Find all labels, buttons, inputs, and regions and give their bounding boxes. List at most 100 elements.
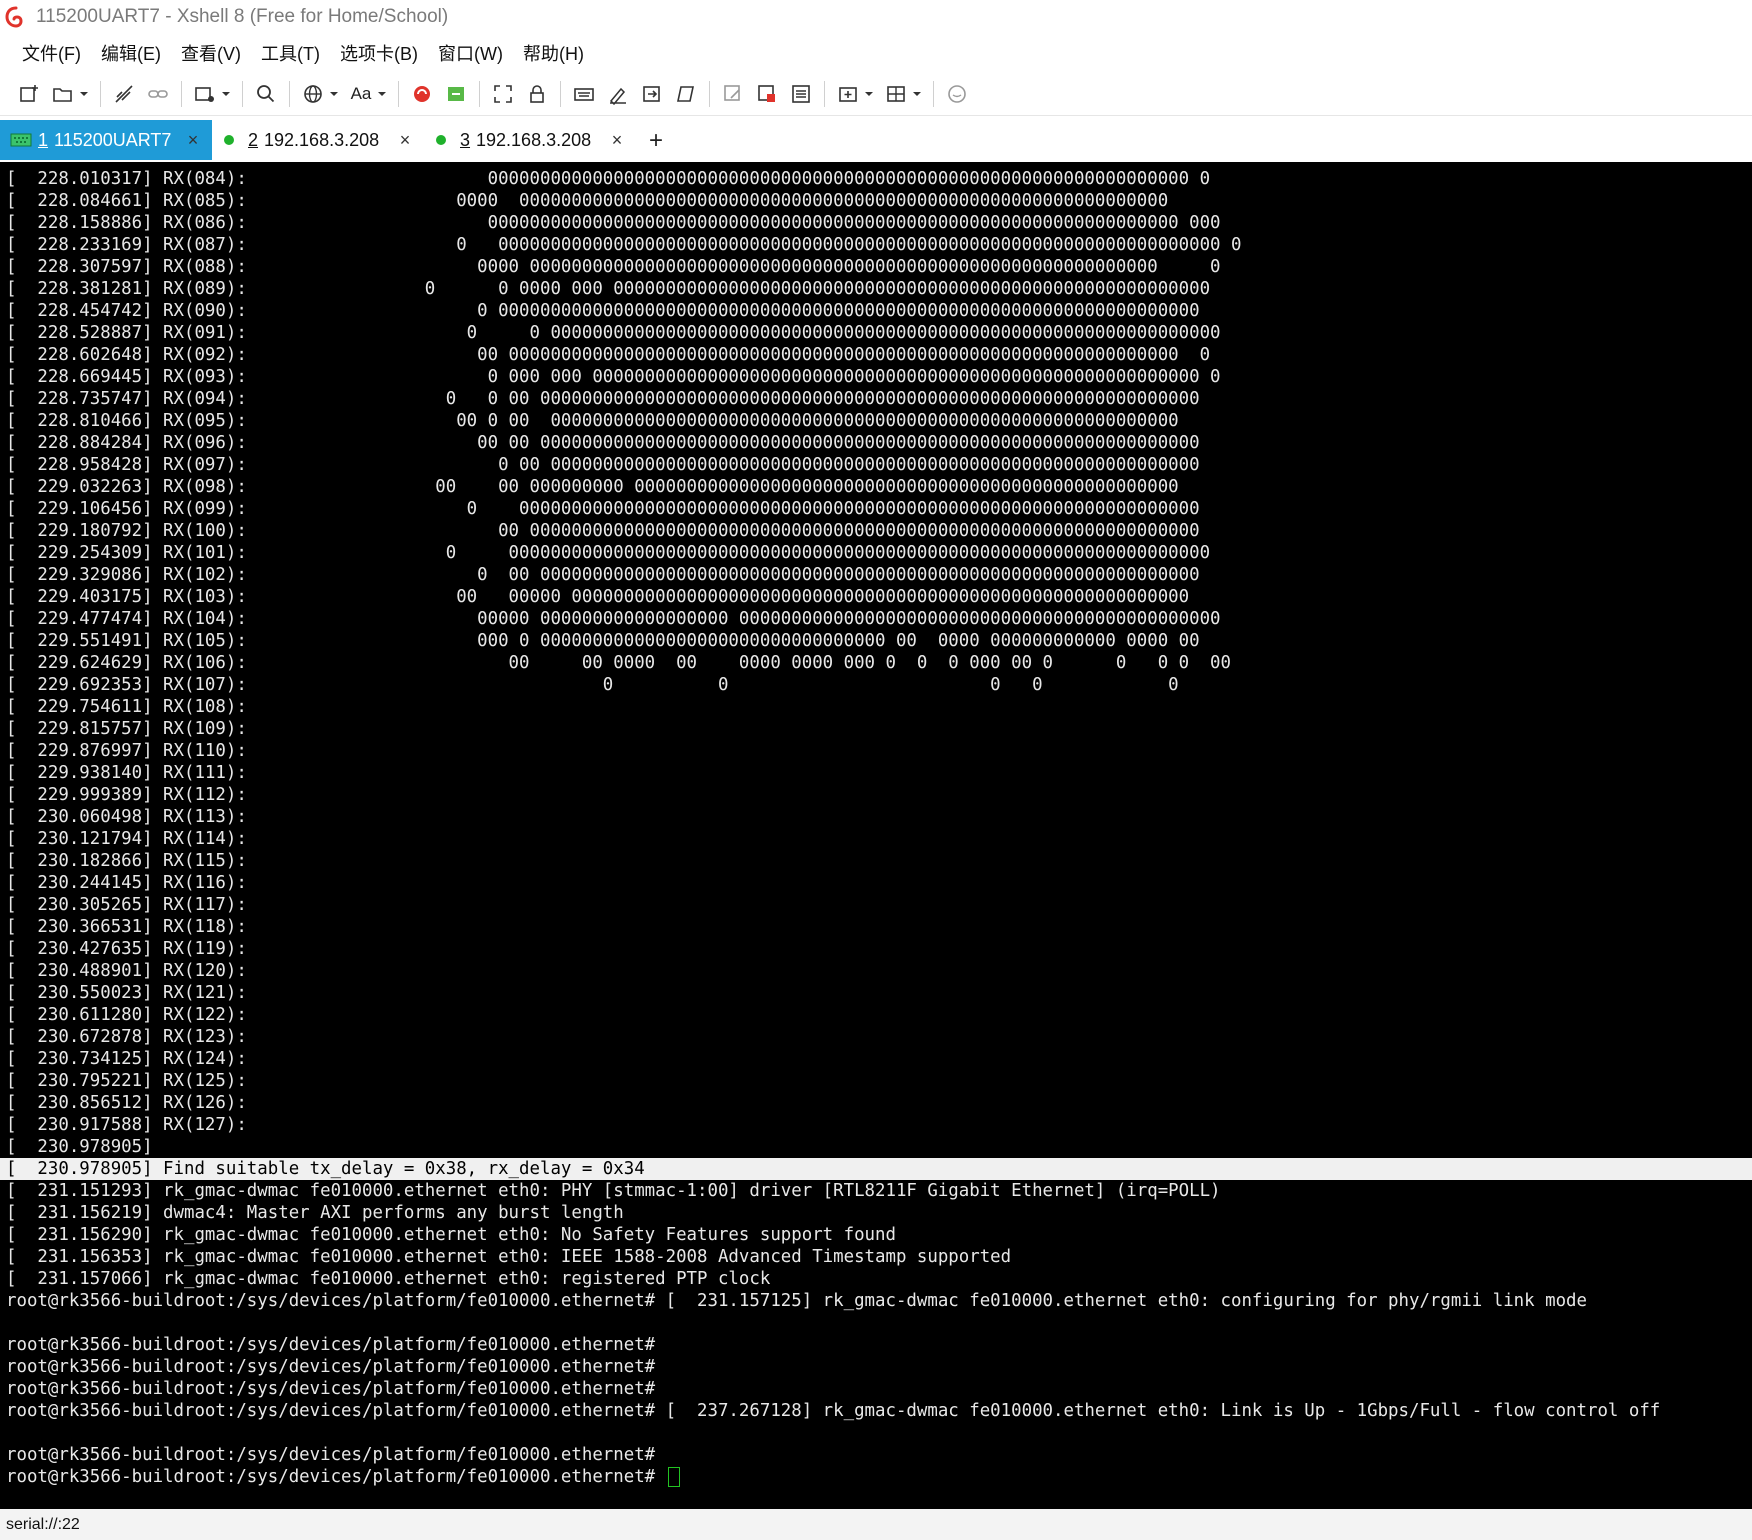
xshell-logo-icon[interactable] [407,79,437,109]
terminal-line: [ 228.158886] RX(086): 00000000000000000… [6,213,1221,233]
chevron-down-icon[interactable] [78,79,90,109]
tab-label: 192.168.3.208 [476,129,592,150]
tab-session-1[interactable]: 1 115200UART7 × [0,120,212,160]
close-icon[interactable]: × [184,130,202,151]
close-icon[interactable]: × [396,130,414,151]
xshell-logo-icon [4,5,28,29]
terminal-line: [ 228.307597] RX(088): 0000 000000000000… [6,257,1221,277]
keyboard-icon[interactable] [569,79,599,109]
terminal-line: [ 229.624629] RX(106): 00 00 0000 00 000… [6,653,1231,673]
toolbar-separator [479,80,480,107]
toolbar-separator [242,80,243,107]
terminal-line: [ 230.550023] RX(121): [6,983,247,1003]
new-window-icon[interactable] [190,79,220,109]
terminal-line: [ 230.305265] RX(117): [6,895,247,915]
new-session-icon[interactable] [14,79,44,109]
terminal-line: [ 229.999389] RX(112): [6,785,247,805]
fullscreen-icon[interactable] [488,79,518,109]
connected-status-icon [436,135,446,145]
terminal-line: root@rk3566-buildroot:/sys/devices/platf… [6,1445,656,1465]
terminal-line: [ 228.084661] RX(085): 0000 000000000000… [6,191,1169,211]
terminal-line: [ 229.754611] RX(108): [6,697,247,717]
font-icon[interactable]: Aa [346,79,376,109]
chevron-down-icon[interactable] [328,79,340,109]
terminal-line: [ 230.244145] RX(116): [6,873,247,893]
disconnect-icon[interactable] [109,79,139,109]
terminal-line: [ 229.254309] RX(101): 0 000000000000000… [6,543,1211,563]
title-bar: 115200UART7 - Xshell 8 (Free for Home/Sc… [0,0,1752,34]
menu-bar: 文件(F) 编辑(E) 查看(V) 工具(T) 选项卡(B) 窗口(W) 帮助(… [0,34,1752,72]
log-icon[interactable] [671,79,701,109]
toolbar-separator [100,80,101,107]
chevron-down-icon[interactable] [220,79,232,109]
session-tab-bar: 1 115200UART7 × 2 192.168.3.208 × 3 192.… [0,120,1752,162]
terminal-line: [ 229.180792] RX(100): 00 00000000000000… [6,521,1200,541]
link-icon[interactable] [143,79,173,109]
menu-view[interactable]: 查看(V) [179,38,243,68]
terminal-line: [ 229.692353] RX(107): 0 0 0 0 0 [6,675,1179,695]
terminal-line: [ 228.602648] RX(092): 00 00000000000000… [6,345,1211,365]
lock-icon[interactable] [522,79,552,109]
tab-session-3[interactable]: 3 192.168.3.208 × [424,120,636,160]
open-folder-icon[interactable] [48,79,78,109]
chat-icon[interactable] [942,79,972,109]
terminal-line: [ 229.815757] RX(109): [6,719,247,739]
tab-label: 192.168.3.208 [264,129,380,150]
terminal-line: [ 229.477474] RX(104): 00000 00000000000… [6,609,1221,629]
terminal-line: [ 230.366531] RX(118): [6,917,247,937]
terminal-line: root@rk3566-buildroot:/sys/devices/platf… [6,1335,656,1355]
terminal-line: [ 229.938140] RX(111): [6,763,247,783]
terminal-line: [ 228.735747] RX(094): 0 0 00 0000000000… [6,389,1200,409]
menu-help[interactable]: 帮助(H) [521,38,586,68]
chevron-down-icon[interactable] [863,79,875,109]
menu-file[interactable]: 文件(F) [20,38,83,68]
menu-tools[interactable]: 工具(T) [259,38,322,68]
toolbar-separator [560,80,561,107]
terminal-line: [ 230.611280] RX(122): [6,1005,247,1025]
chevron-down-icon[interactable] [911,79,923,109]
menu-window[interactable]: 窗口(W) [436,38,505,68]
terminal-output[interactable]: [ 228.010317] RX(084): 00000000000000000… [0,162,1752,1509]
toolbar-separator [398,80,399,107]
connected-status-icon [224,135,234,145]
window-title: 115200UART7 - Xshell 8 (Free for Home/Sc… [36,6,449,27]
xftp-icon[interactable] [441,79,471,109]
chevron-down-icon[interactable] [376,79,388,109]
terminal-line: [ 228.884284] RX(096): 00 00 00000000000… [6,433,1200,453]
terminal-line: [ 230.427635] RX(119): [6,939,247,959]
script-icon[interactable] [603,79,633,109]
compose-icon[interactable] [718,79,748,109]
toolbar-separator [709,80,710,107]
notes-icon[interactable] [786,79,816,109]
layout-icon[interactable] [881,79,911,109]
highlight-icon[interactable] [752,79,782,109]
toolbar: Aa [0,72,1752,116]
tab-session-2[interactable]: 2 192.168.3.208 × [212,120,424,160]
add-tab-button[interactable]: + [636,120,676,162]
transfer-icon[interactable] [637,79,667,109]
terminal-line: [ 228.810466] RX(095): 00 0 00 000000000… [6,411,1179,431]
status-bar: serial://:22 [0,1509,1752,1540]
tab-number: 3 [460,129,471,150]
add-tab-icon[interactable] [833,79,863,109]
close-icon[interactable]: × [608,130,626,151]
terminal-line: [ 230.488901] RX(120): [6,961,247,981]
menu-tabs[interactable]: 选项卡(B) [338,38,420,68]
terminal-line: [ 229.551491] RX(105): 000 0 00000000000… [6,631,1200,651]
globe-icon[interactable] [298,79,328,109]
terminal-line: [ 231.151293] rk_gmac-dwmac fe010000.eth… [6,1181,1221,1201]
terminal-line: [ 231.156290] rk_gmac-dwmac fe010000.eth… [6,1225,896,1245]
terminal-line: [ 228.454742] RX(090): 0 000000000000000… [6,301,1200,321]
terminal-line: [ 228.381281] RX(089): 0 0 0000 000 0000… [6,279,1211,299]
terminal-line: [ 228.669445] RX(093): 0 000 000 0000000… [6,367,1221,387]
terminal-line: [ 230.978905] Find suitable tx_delay = 0… [0,1158,1752,1180]
terminal-line: [ 230.734125] RX(124): [6,1049,247,1069]
terminal-line: root@rk3566-buildroot:/sys/devices/platf… [6,1401,1661,1421]
terminal-line: root@rk3566-buildroot:/sys/devices/platf… [6,1379,656,1399]
xshell-window: 115200UART7 - Xshell 8 (Free for Home/Sc… [0,0,1752,1540]
terminal-line: [ 228.958428] RX(097): 0 00 000000000000… [6,455,1200,475]
search-icon[interactable] [251,79,281,109]
menu-edit[interactable]: 编辑(E) [99,38,163,68]
terminal-line: [ 231.156219] dwmac4: Master AXI perform… [6,1203,624,1223]
